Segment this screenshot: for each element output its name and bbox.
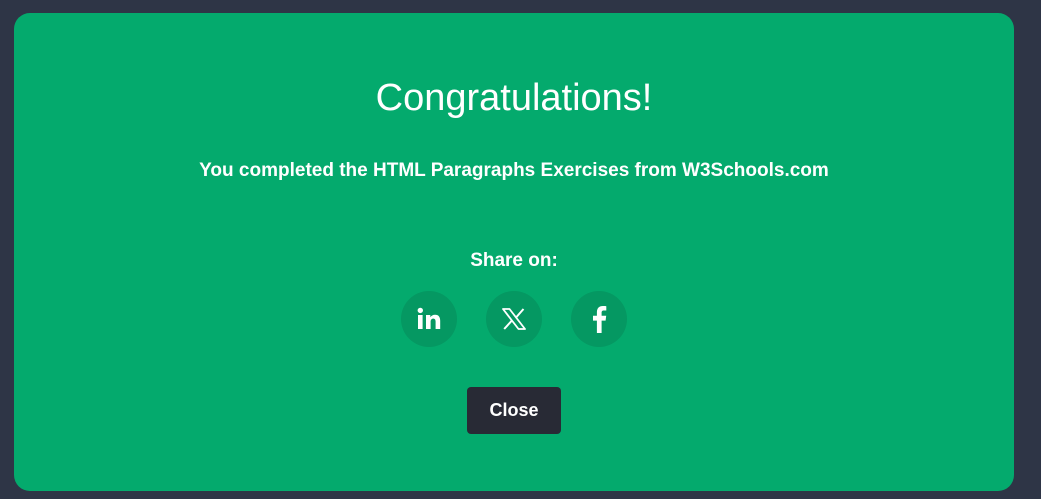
congratulations-dialog: Congratulations! You completed the HTML …: [14, 13, 1014, 491]
completion-message: You completed the HTML Paragraphs Exerci…: [199, 160, 829, 181]
x-icon: [502, 308, 526, 330]
share-linkedin-button[interactable]: [401, 291, 457, 347]
close-button[interactable]: Close: [467, 387, 561, 434]
share-facebook-button[interactable]: [571, 291, 627, 347]
share-x-button[interactable]: [486, 291, 542, 347]
share-label: Share on:: [470, 250, 558, 271]
share-buttons: [401, 291, 628, 347]
facebook-icon: [591, 305, 607, 333]
dialog-title: Congratulations!: [375, 77, 653, 119]
linkedin-icon: [416, 307, 442, 331]
